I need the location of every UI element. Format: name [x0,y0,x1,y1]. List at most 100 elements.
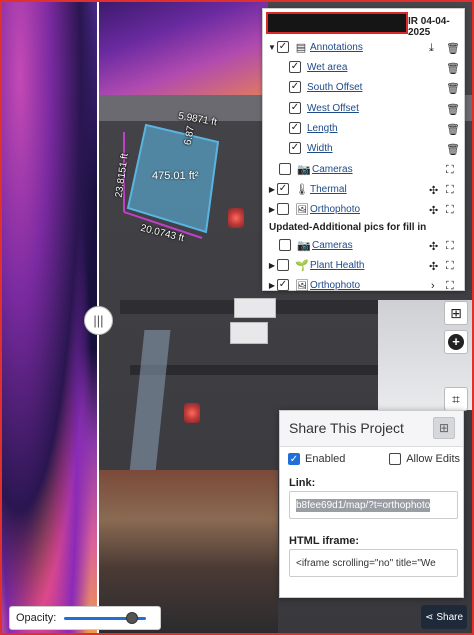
checkbox-west-offset[interactable] [289,102,301,114]
thermal-hotspot [184,403,200,423]
thermal-hotspot [228,208,244,228]
checkbox-width[interactable] [289,142,301,154]
layer-plant-health[interactable]: ▶ 🌱 Plant Health [267,255,364,275]
trash-icon[interactable]: 🗑 [446,62,460,75]
checkbox-annotations[interactable] [277,41,289,53]
opacity-slider-thumb[interactable] [125,611,138,624]
plant-icon: 🌱 [295,259,309,272]
layer-label[interactable]: Thermal [310,184,347,195]
checkbox-orthophoto[interactable] [277,203,289,215]
add-button[interactable]: + [444,330,468,354]
compare-divider-handle[interactable]: ||| [84,306,113,335]
layer-label[interactable]: West Offset [307,103,359,114]
link-value: b8fee69d1/map/?t=orthophoto [296,498,431,512]
allow-edits-checkbox[interactable] [389,453,402,465]
layer-south-offset[interactable]: South Offset [289,77,362,97]
expand-icon[interactable]: ⛶ [446,204,454,217]
layers-panel: IR 04-04-2025 ▼ ▤ Annotations ⤓ 🗑 Wet ar… [262,8,465,293]
trash-icon[interactable]: 🗑 [446,143,460,156]
layer-annotations[interactable]: ▼ ▤ Annotations [267,37,363,57]
layer-orthophoto-2[interactable]: ▶ 🖼 Orthophoto [267,275,360,295]
expand-icon[interactable]: ⛶ [446,240,454,253]
layer-label[interactable]: Wet area [307,62,347,73]
chevron-right-icon[interactable]: › [431,280,435,292]
layer-width[interactable]: Width [289,138,333,158]
checkbox-length[interactable] [289,122,301,134]
layer-wet-area[interactable]: Wet area [289,57,347,77]
grid-view-button[interactable]: ⊞ [444,301,468,325]
opacity-control: Opacity: [9,606,161,630]
expand-icon[interactable]: ⛶ [446,184,454,197]
layer-cameras-2[interactable]: 📷 Cameras [279,235,353,255]
expand-icon[interactable]: ⛶ [446,280,454,293]
enabled-checkbox[interactable] [288,453,300,465]
enabled-option[interactable]: Enabled [288,453,345,465]
right-measurement-label: 6.87 [182,124,197,147]
expand-icon[interactable]: ⛶ [446,164,454,177]
caret-right-icon[interactable]: ▶ [267,281,277,290]
trash-icon[interactable]: 🗑 [446,82,460,95]
thermal-layer-top [98,0,268,95]
caret-down-icon[interactable]: ▼ [267,43,277,52]
annotation-icon: ▤ [295,41,307,54]
opacity-slider[interactable] [64,611,147,624]
link-label: Link: [289,477,316,489]
expand-icon[interactable]: ⛶ [446,260,454,273]
trash-icon[interactable]: 🗑 [446,123,460,136]
layer-label[interactable]: Orthophoto [310,204,360,215]
layer-label[interactable]: Length [307,123,338,134]
opacity-label: Opacity: [16,612,57,624]
checkbox-cameras[interactable] [279,163,291,175]
area-measurement-label: 475.01 ft² [152,170,199,182]
layer-west-offset[interactable]: West Offset [289,98,359,118]
allow-edits-label: Allow Edits [406,453,460,465]
thermometer-icon: 🌡 [295,183,309,196]
layer-thermal[interactable]: ▶ 🌡 Thermal [267,179,347,199]
checkbox-cameras-2[interactable] [279,239,291,251]
link-field[interactable]: b8fee69d1/map/?t=orthophoto [289,491,458,519]
layer-label[interactable]: South Offset [307,82,362,93]
layer-length[interactable]: Length [289,118,338,138]
layer-label[interactable]: Orthophoto [310,280,360,291]
iframe-field[interactable]: <iframe scrolling="no" title="We [289,549,458,577]
checkbox-plant-health[interactable] [277,259,289,271]
caret-right-icon[interactable]: ▶ [267,205,277,214]
section-title: Updated-Additional pics for fill in [269,222,427,233]
move-icon[interactable]: ✣ [429,184,438,197]
project-title-redacted [266,12,408,34]
layer-label[interactable]: Plant Health [310,260,364,271]
move-icon[interactable]: ✣ [429,204,438,217]
caret-right-icon[interactable]: ▶ [267,261,277,270]
project-title-suffix: IR 04-04-2025 [408,16,450,38]
layer-label[interactable]: Cameras [312,164,353,175]
move-icon[interactable]: ✣ [429,240,438,253]
allow-edits-option[interactable]: Allow Edits [389,453,460,465]
share-button[interactable]: ⋖ Share [421,605,467,629]
layer-label[interactable]: Cameras [312,240,353,251]
qr-code-button[interactable]: ⊞ [433,417,455,439]
roof-vent [234,298,276,318]
grid-icon: ⊞ [450,304,462,321]
checkbox-south-offset[interactable] [289,81,301,93]
move-icon[interactable]: ✣ [429,260,438,273]
checkbox-wet-area[interactable] [289,61,301,73]
checkbox-orthophoto-2[interactable] [277,279,289,291]
layer-cameras[interactable]: 📷 Cameras [279,159,353,179]
camera-icon: 📷 [297,163,311,176]
checkbox-thermal[interactable] [277,183,289,195]
download-icon[interactable]: ⤓ [429,42,434,55]
image-icon: 🖼 [295,203,309,216]
plus-icon: + [448,334,464,350]
share-panel-title: Share This Project [289,420,404,436]
layer-orthophoto[interactable]: ▶ 🖼 Orthophoto [267,199,360,219]
share-panel-header: Share This Project ⊞ [280,411,463,447]
trash-icon[interactable]: 🗑 [446,103,460,116]
layer-label[interactable]: Width [307,143,333,154]
layer-label[interactable]: Annotations [310,42,363,53]
caret-right-icon[interactable]: ▶ [267,185,277,194]
qr-code-icon: ⊞ [438,421,450,435]
trash-icon[interactable]: 🗑 [446,42,460,55]
crop-button[interactable]: ⌗ [444,387,468,411]
share-icon: ⋖ [424,611,434,623]
left-measurement-label: 23.8151 ft [113,152,131,199]
